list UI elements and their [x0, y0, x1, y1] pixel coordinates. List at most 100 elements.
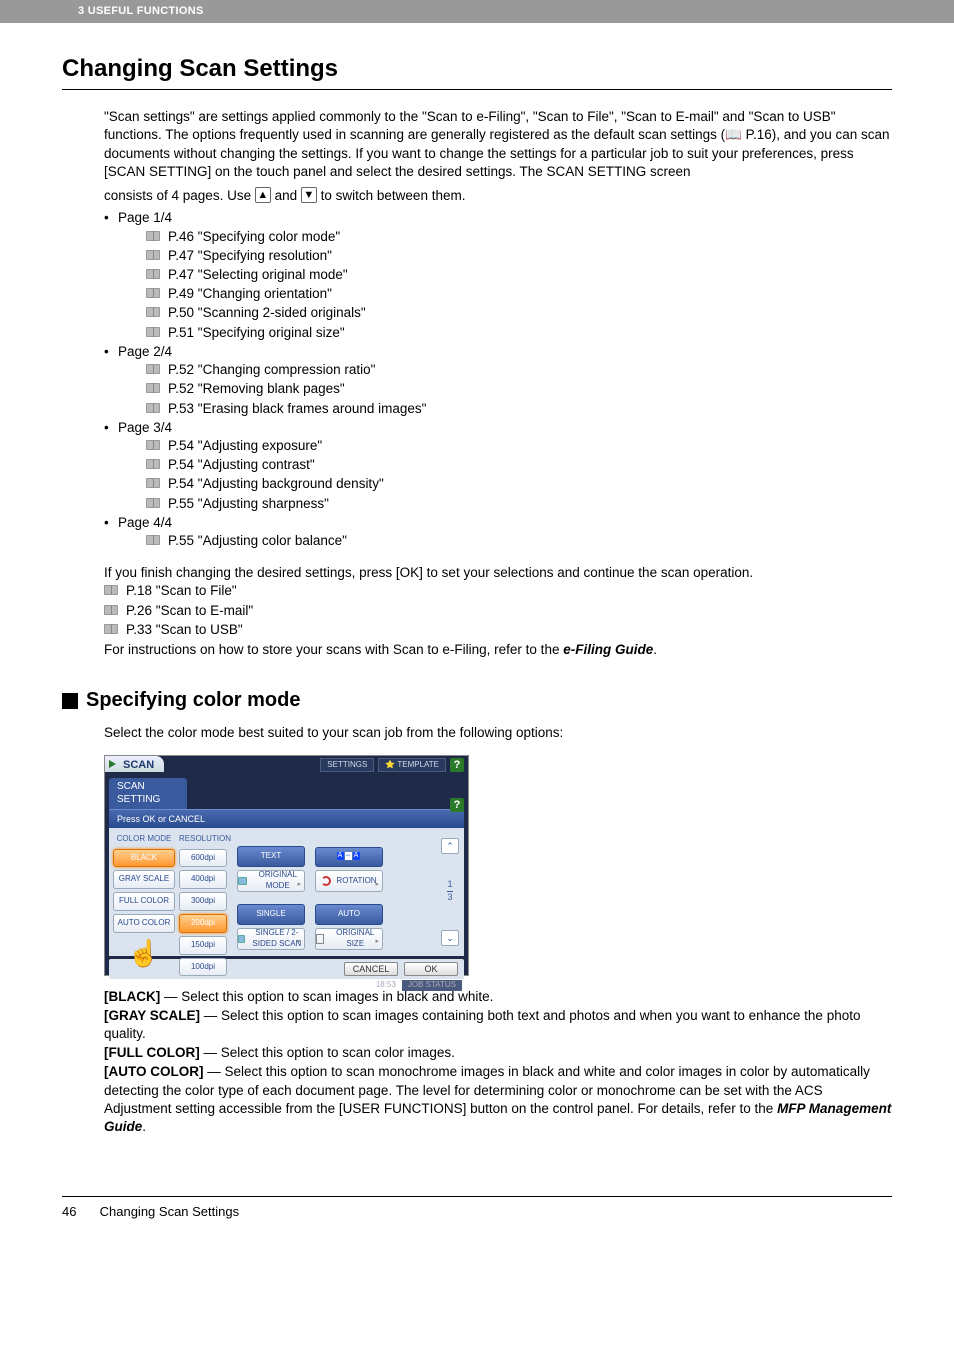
- clock-time: 18:53: [376, 980, 396, 991]
- auto-option-desc-2: .: [142, 1119, 146, 1134]
- page-label: Page 3/4: [118, 420, 172, 435]
- ref-link[interactable]: P.47 "Selecting original mode": [146, 266, 892, 284]
- scan-setting-screenshot: SCAN SETTINGS ⭐ TEMPLATE ? SCAN SETTING …: [104, 755, 469, 976]
- black-button[interactable]: BLACK: [113, 849, 175, 868]
- ref-link[interactable]: P.54 "Adjusting contrast": [146, 456, 892, 474]
- scan-breadcrumb: SCAN: [105, 756, 164, 772]
- ref-link[interactable]: P.46 "Specifying color mode": [146, 228, 892, 246]
- color-mode-label: COLOR MODE: [113, 834, 175, 845]
- instruction-bar: Press OK or CANCEL: [109, 809, 464, 828]
- ref-link[interactable]: P.47 "Specifying resolution": [146, 247, 892, 265]
- intro-paragraph: "Scan settings" are settings applied com…: [104, 108, 892, 181]
- page-label: Page 2/4: [118, 344, 172, 359]
- ref-link[interactable]: P.54 "Adjusting exposure": [146, 437, 892, 455]
- efiling-guide-ref: e-Filing Guide: [563, 642, 653, 657]
- ref-link[interactable]: P.50 "Scanning 2-sided originals": [146, 304, 892, 322]
- book-icon: [146, 535, 160, 545]
- consists-pre: consists of 4 pages. Use: [104, 188, 255, 203]
- text-convert-button[interactable]: A⇔A: [315, 847, 383, 868]
- ref-link[interactable]: P.53 "Erasing black frames around images…: [146, 400, 892, 418]
- down-arrow-icon: ▼: [301, 187, 317, 203]
- auto-option-title: [AUTO COLOR]: [104, 1064, 204, 1079]
- res-100-button[interactable]: 100dpi: [179, 958, 227, 977]
- ref-link[interactable]: P.55 "Adjusting sharpness": [146, 495, 892, 513]
- res-400-button[interactable]: 400dpi: [179, 870, 227, 889]
- original-size-icon: [316, 934, 324, 944]
- res-150-button[interactable]: 150dpi: [179, 936, 227, 955]
- ref-link[interactable]: P.49 "Changing orientation": [146, 285, 892, 303]
- book-icon: [146, 231, 160, 241]
- book-icon: [104, 605, 118, 615]
- rotation-icon: [321, 876, 331, 886]
- consists-post: to switch between them.: [321, 188, 466, 203]
- ref-link[interactable]: P.33 "Scan to USB": [104, 621, 892, 639]
- book-icon: [146, 307, 160, 317]
- help-icon[interactable]: ?: [450, 758, 464, 772]
- auto-color-button[interactable]: AUTO COLOR: [113, 914, 175, 933]
- original-mode-icon: [238, 877, 247, 885]
- gray-scale-button[interactable]: GRAY SCALE: [113, 870, 175, 889]
- pages-list: Page 1/4 P.46 "Specifying color mode" P.…: [104, 209, 892, 550]
- page-group: Page 4/4 P.55 "Adjusting color balance": [104, 514, 892, 550]
- ref-link[interactable]: P.55 "Adjusting color balance": [146, 532, 892, 550]
- gray-option-title: [GRAY SCALE]: [104, 1008, 200, 1023]
- page-footer: 46 Changing Scan Settings: [0, 1197, 954, 1251]
- full-option-title: [FULL COLOR]: [104, 1045, 200, 1060]
- color-mode-options: [BLACK] — Select this option to scan ima…: [104, 988, 892, 1137]
- scan-setting-tab[interactable]: SCAN SETTING: [109, 778, 187, 809]
- page-label: Page 4/4: [118, 515, 172, 530]
- res-200-button[interactable]: 200dpi: [179, 914, 227, 933]
- single-button[interactable]: SINGLE: [237, 904, 305, 925]
- ref-link[interactable]: P.52 "Removing blank pages": [146, 380, 892, 398]
- original-mode-button[interactable]: ORIGINAL MODE▸: [237, 870, 305, 892]
- sided-scan-icon: [238, 935, 245, 943]
- template-top-button[interactable]: ⭐ TEMPLATE: [378, 758, 446, 773]
- auto-button[interactable]: AUTO: [315, 904, 383, 925]
- page-indicator: 13: [447, 880, 452, 903]
- consists-line: consists of 4 pages. Use ▲ and ▼ to swit…: [104, 187, 892, 205]
- book-icon: [146, 440, 160, 450]
- page-group: Page 1/4 P.46 "Specifying color mode" P.…: [104, 209, 892, 342]
- page-up-button[interactable]: ⌃: [441, 838, 459, 854]
- resolution-label: RESOLUTION: [179, 834, 227, 845]
- page-title: Changing Scan Settings: [62, 53, 892, 90]
- original-size-button[interactable]: ORIGINAL SIZE▸: [315, 928, 383, 950]
- book-icon: [146, 383, 160, 393]
- black-option-desc: — Select this option to scan images in b…: [160, 989, 493, 1004]
- ref-link[interactable]: P.18 "Scan to File": [104, 582, 892, 600]
- after-list-text: If you finish changing the desired setti…: [104, 564, 892, 582]
- ref-link[interactable]: P.51 "Specifying original size": [146, 324, 892, 342]
- page-group: Page 3/4 P.54 "Adjusting exposure" P.54 …: [104, 419, 892, 513]
- tab-help-icon[interactable]: ?: [450, 798, 464, 812]
- page-down-button[interactable]: ⌄: [441, 930, 459, 946]
- ref-link[interactable]: P.52 "Changing compression ratio": [146, 361, 892, 379]
- book-icon: [104, 585, 118, 595]
- res-600-button[interactable]: 600dpi: [179, 849, 227, 868]
- hand-pointer-icon: ☝: [113, 936, 175, 971]
- section-header: 3 USEFUL FUNCTIONS: [0, 0, 954, 23]
- cancel-button[interactable]: CANCEL: [344, 962, 398, 976]
- text-button[interactable]: TEXT: [237, 846, 305, 867]
- page-group: Page 2/4 P.52 "Changing compression rati…: [104, 343, 892, 418]
- page-label: Page 1/4: [118, 210, 172, 225]
- book-icon: [146, 250, 160, 260]
- auto-option-desc-1: — Select this option to scan monochrome …: [104, 1064, 870, 1115]
- ref-link[interactable]: P.26 "Scan to E-mail": [104, 602, 892, 620]
- ok-button[interactable]: OK: [404, 962, 458, 976]
- sided-scan-button[interactable]: SINGLE / 2-SIDED SCAN▸: [237, 928, 305, 950]
- full-color-button[interactable]: FULL COLOR: [113, 892, 175, 911]
- ref-link[interactable]: P.54 "Adjusting background density": [146, 475, 892, 493]
- gray-option-desc: — Select this option to scan images cont…: [104, 1008, 860, 1041]
- footer-title: Changing Scan Settings: [100, 1204, 239, 1219]
- full-option-desc: — Select this option to scan color image…: [200, 1045, 455, 1060]
- book-icon: [146, 288, 160, 298]
- book-icon: [146, 269, 160, 279]
- job-status-button[interactable]: JOB STATUS: [402, 980, 462, 991]
- book-icon: [146, 327, 160, 337]
- settings-top-button[interactable]: SETTINGS: [320, 758, 374, 773]
- rotation-button[interactable]: ROTATION▸: [315, 870, 383, 892]
- book-icon: [146, 403, 160, 413]
- res-300-button[interactable]: 300dpi: [179, 892, 227, 911]
- book-icon: [146, 498, 160, 508]
- page-number: 46: [62, 1203, 96, 1221]
